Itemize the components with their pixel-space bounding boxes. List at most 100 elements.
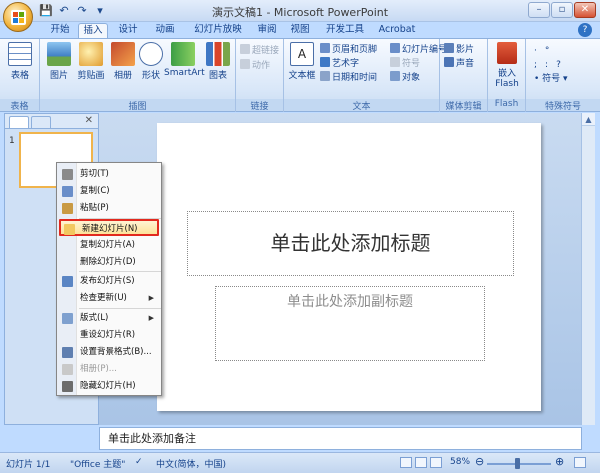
title-bar: 💾 ↶ ↷ ▾ 演示文稿1 - Microsoft PowerPoint – ▫… — [0, 0, 600, 22]
object-label: 对象 — [402, 73, 421, 83]
sound-button[interactable]: 声音 — [444, 57, 474, 69]
tab-insert[interactable]: 插入 — [78, 23, 108, 38]
vertical-scrollbar[interactable]: ▲ — [581, 113, 595, 425]
window-title: 演示文稿1 - Microsoft PowerPoint — [211, 6, 389, 19]
datetime-icon — [320, 71, 330, 81]
group-special-symbols: ·° ;:? • 符号 ▾ 特殊符号 — [526, 39, 600, 112]
help-icon[interactable]: ? — [578, 23, 592, 37]
action-button[interactable]: 动作 — [240, 59, 270, 71]
menu-item-paste[interactable]: 粘贴(P) — [59, 200, 159, 217]
menu-item-layout[interactable]: 版式(L) ▶ — [59, 310, 159, 327]
tab-developer[interactable]: 开发工具 — [320, 23, 370, 38]
album-button[interactable]: 相册 — [110, 42, 136, 81]
special-symbols-grid-row2[interactable]: ;:? — [534, 59, 569, 71]
menu-item-check-updates[interactable]: 检查更新(U) ▶ — [59, 290, 159, 307]
action-label: 动作 — [252, 61, 271, 71]
tab-home[interactable]: 开始 — [44, 23, 76, 38]
menu-item-duplicate-slide[interactable]: 复制幻灯片(A) — [59, 237, 159, 254]
sound-label: 声音 — [456, 59, 475, 69]
menu-item-publish-slides[interactable]: 发布幻灯片(S) — [59, 273, 159, 290]
menu-item-cut[interactable]: 剪切(T) — [59, 166, 159, 183]
symbol-button[interactable]: 符号 — [390, 57, 420, 69]
title-placeholder[interactable]: 单击此处添加标题 — [187, 211, 514, 276]
menu-item-hide-slide[interactable]: 隐藏幻灯片(H) — [59, 378, 159, 395]
menu-separator — [79, 308, 161, 309]
group-label-special: 特殊符号 — [526, 99, 600, 112]
symbols-dropdown-label: 符号 — [542, 74, 561, 84]
menu-label: 检查更新(U) — [80, 293, 127, 303]
clipart-icon — [79, 42, 103, 66]
menu-item-copy[interactable]: 复制(C) — [59, 183, 159, 200]
menu-item-reset-slide[interactable]: 重设幻灯片(R) — [59, 327, 159, 344]
menu-label: 复制幻灯片(A) — [80, 240, 135, 250]
maximize-button[interactable]: ▫ — [551, 2, 573, 18]
normal-view-icon[interactable] — [400, 457, 412, 468]
menu-label: 重设幻灯片(R) — [80, 330, 136, 340]
scroll-up-icon[interactable]: ▲ — [582, 113, 595, 126]
spellcheck-icon[interactable]: ✓ — [135, 457, 143, 467]
close-pane-icon[interactable]: ✕ — [85, 115, 93, 126]
menu-label: 发布幻灯片(S) — [80, 276, 135, 286]
group-label-illustrations: 插图 — [40, 99, 235, 112]
notes-pane[interactable]: 单击此处添加备注 — [99, 427, 582, 450]
table-button[interactable]: 表格 — [4, 42, 36, 81]
office-button[interactable] — [3, 2, 33, 32]
smartart-button[interactable]: SmartArt — [164, 42, 205, 78]
tab-slideshow[interactable]: 幻灯片放映 — [186, 23, 250, 38]
slide-number-icon — [390, 43, 400, 53]
new-slide-icon — [64, 224, 75, 235]
symbols-dropdown[interactable]: • 符号 ▾ — [534, 73, 568, 85]
zoom-slider-thumb[interactable] — [515, 458, 520, 469]
slide[interactable]: 单击此处添加标题 单击此处添加副标题 — [157, 123, 541, 411]
tab-view[interactable]: 视图 — [285, 23, 315, 38]
flash-icon — [497, 42, 517, 64]
minimize-button[interactable]: – — [528, 2, 550, 18]
subtitle-placeholder[interactable]: 单击此处添加副标题 — [215, 286, 485, 361]
chart-button[interactable]: 图表 — [204, 42, 232, 81]
menu-item-photo-album[interactable]: 相册(P)... — [59, 361, 159, 378]
special-symbols-grid[interactable]: ·° — [534, 45, 557, 57]
slideshow-view-icon[interactable] — [430, 457, 442, 468]
textbox-button[interactable]: A 文本框 — [288, 42, 316, 81]
header-footer-icon — [320, 43, 330, 53]
fit-to-window-icon[interactable] — [574, 457, 586, 468]
menu-label: 版式(L) — [80, 313, 109, 323]
picture-button[interactable]: 图片 — [46, 42, 72, 81]
menu-item-delete-slide[interactable]: 删除幻灯片(D) — [59, 254, 159, 271]
slide-sorter-icon[interactable] — [415, 457, 427, 468]
slide-editing-area: 单击此处添加标题 单击此处添加副标题 — [99, 113, 594, 425]
menu-item-format-background[interactable]: 设置背景格式(B)... — [59, 344, 159, 361]
group-media: 影片 声音 媒体剪辑 — [440, 39, 488, 112]
hyperlink-button[interactable]: 超链接 — [240, 44, 279, 56]
wordart-button[interactable]: 艺术字 — [320, 57, 359, 69]
outline-tab[interactable] — [31, 116, 51, 128]
theme-name: "Office 主题" — [70, 460, 126, 470]
symbol-label: 符号 — [402, 59, 421, 69]
menu-label: 剪切(T) — [80, 169, 109, 179]
object-button[interactable]: 对象 — [390, 71, 420, 83]
menu-item-new-slide[interactable]: 新建幻灯片(N) — [59, 219, 159, 236]
zoom-in-icon[interactable]: ⊕ — [555, 455, 564, 468]
tab-design[interactable]: 设计 — [112, 23, 144, 38]
zoom-level[interactable]: 58% — [450, 457, 470, 467]
header-footer-button[interactable]: 页眉和页脚 — [320, 43, 377, 55]
textbox-label: 文本框 — [288, 71, 316, 81]
clipart-button[interactable]: 剪贴画 — [74, 42, 108, 81]
shapes-button[interactable]: 形状 — [138, 42, 164, 81]
slide-number-button[interactable]: 幻灯片编号 — [390, 43, 447, 55]
tab-animations[interactable]: 动画 — [148, 23, 182, 38]
close-button[interactable]: ✕ — [574, 2, 596, 18]
status-bar: 幻灯片 1/1 "Office 主题" ✓ 中文(简体，中国) 58% ⊖ ⊕ — [0, 452, 600, 473]
tab-acrobat[interactable]: Acrobat — [374, 23, 420, 38]
language-indicator[interactable]: 中文(简体，中国) — [156, 457, 226, 470]
datetime-button[interactable]: 日期和时间 — [320, 71, 377, 83]
movie-button[interactable]: 影片 — [444, 43, 474, 55]
zoom-out-icon[interactable]: ⊖ — [475, 455, 484, 468]
layout-icon — [62, 313, 73, 324]
insert-flash-button[interactable]: 嵌入 Flash — [493, 42, 521, 89]
submenu-arrow-icon: ▶ — [148, 314, 154, 322]
slides-tab[interactable] — [9, 116, 29, 128]
wordart-label: 艺术字 — [332, 59, 360, 69]
group-label-flash: Flash — [488, 99, 525, 111]
tab-review[interactable]: 审阅 — [252, 23, 282, 38]
